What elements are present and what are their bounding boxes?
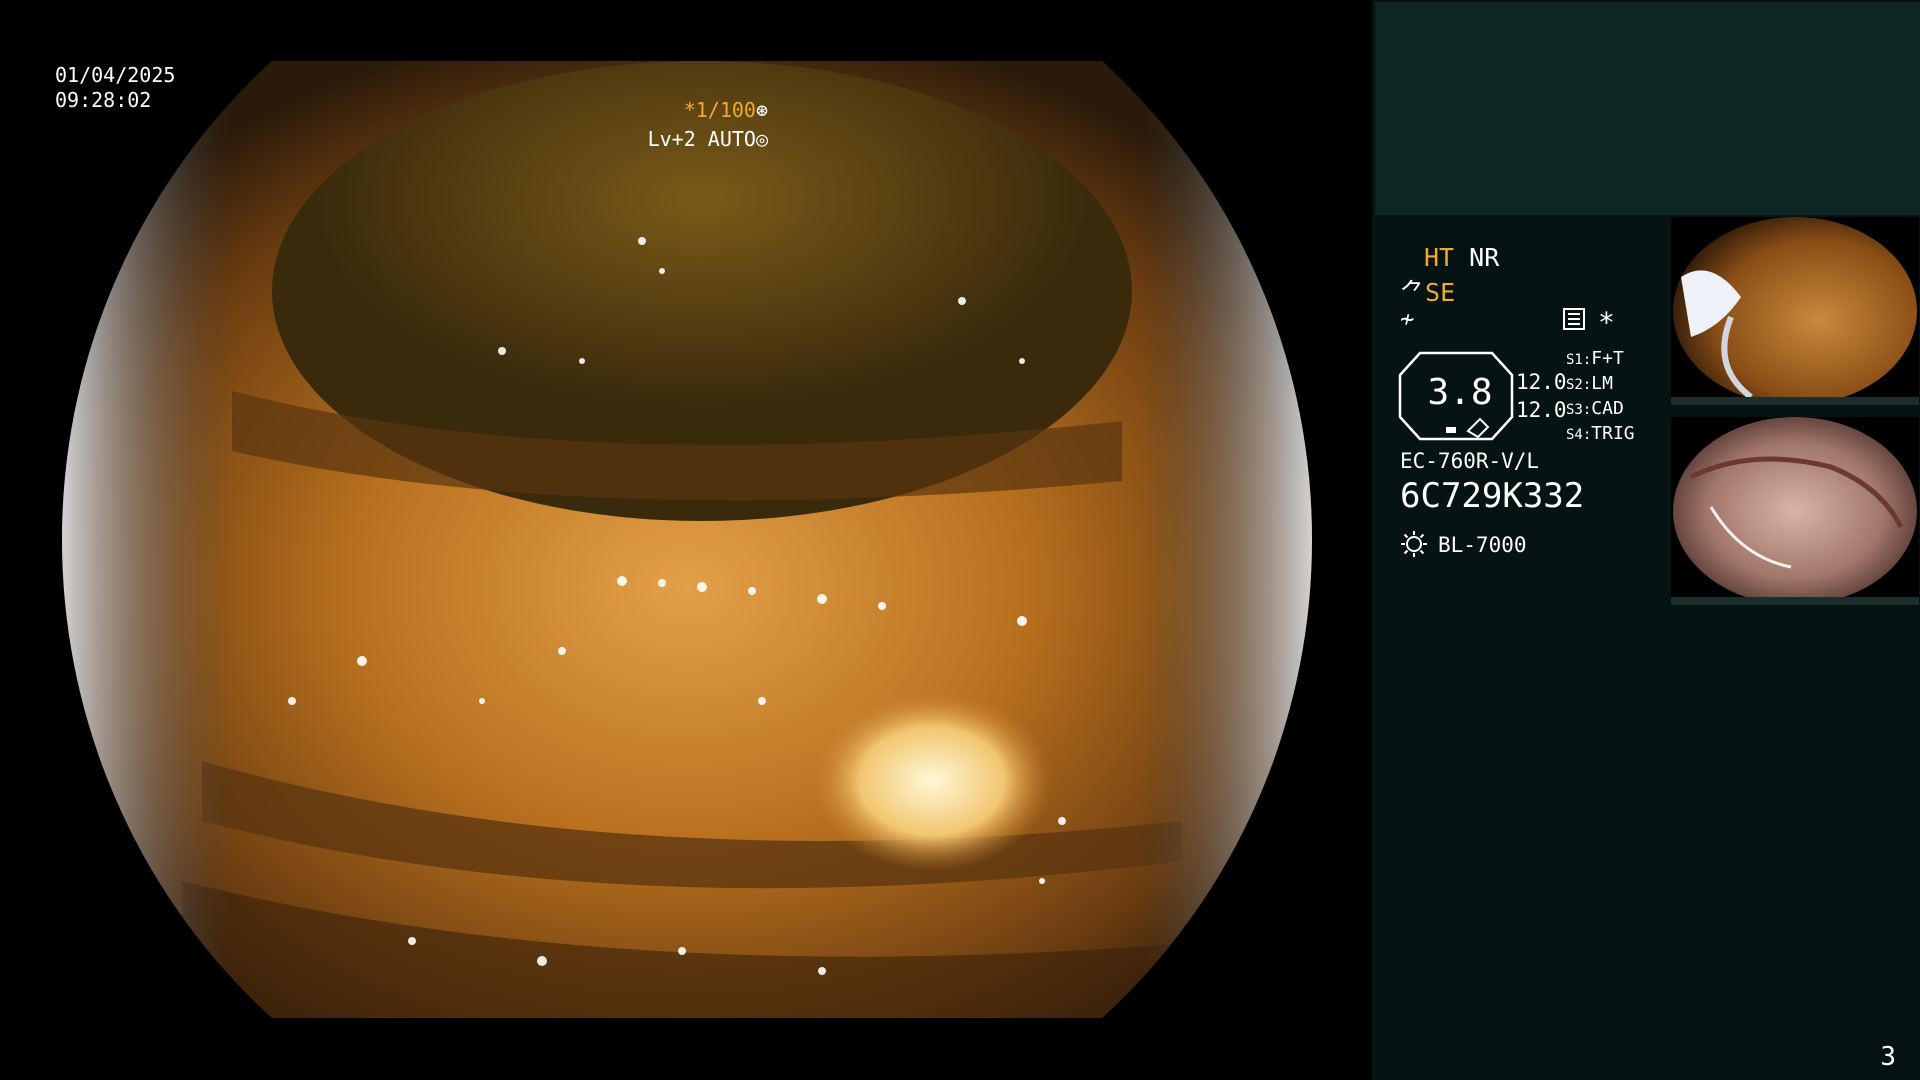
aperture-icon: ⊛ <box>755 98 768 122</box>
status-panel-header <box>1375 2 1920 215</box>
switch-s3: S3:CAD <box>1566 398 1624 419</box>
endoscopic-image <box>62 61 1312 1018</box>
switch-value: LM <box>1591 373 1613 394</box>
thumbnail-image-2 <box>1671 417 1919 605</box>
switch-s2: S2:LM <box>1566 373 1613 394</box>
scope-model: EC-760R-V/L <box>1400 449 1540 473</box>
time-text: 09:28:02 <box>55 88 152 112</box>
nr-label: NR <box>1469 243 1500 272</box>
ht-label: HT <box>1424 243 1455 272</box>
endoscope-viewport: 01/04/2025 09:28:02 *1/100⊛ Lv+2 AUTO◎ <box>0 0 1372 1080</box>
switch-key: S1 <box>1566 352 1583 368</box>
se-label: SE <box>1425 278 1456 307</box>
switch-value: F+T <box>1591 348 1624 369</box>
colon-mucosa-image <box>62 61 1312 1018</box>
value-b: 12.0 <box>1516 398 1567 422</box>
value-a: 12.0 <box>1516 370 1567 394</box>
datetime: 01/04/2025 09:28:02 <box>55 63 175 113</box>
structure-enhancement-icon: ⺈ <box>1400 278 1426 307</box>
switch-key: S3 <box>1566 402 1583 418</box>
shutter-text: *1/100 <box>683 98 756 122</box>
light-source-icon <box>1401 531 1427 557</box>
thumbnail-capture-2[interactable] <box>1671 417 1919 605</box>
switch-key: S2 <box>1566 377 1583 393</box>
thumbnail-capture-1[interactable] <box>1671 217 1919 405</box>
switch-s4: S4:TRIG <box>1566 423 1635 444</box>
color-mode-icon: ≁ <box>1400 305 1415 333</box>
shutter-speed: *1/100⊛ <box>684 98 768 123</box>
switch-key: S4 <box>1566 427 1583 443</box>
thumbnail-image-1 <box>1671 217 1919 405</box>
switch-value: CAD <box>1591 398 1624 419</box>
gauge-value: 3.8 <box>1427 372 1493 413</box>
light-source-model: BL-7000 <box>1438 533 1527 557</box>
page-number: 3 <box>1880 1042 1896 1072</box>
level-text: Lv+2 AUTO <box>647 127 756 151</box>
auto-iris-icon: ◎ <box>755 127 768 151</box>
switch-value: TRIG <box>1591 423 1635 444</box>
star-indicator: * <box>1598 306 1615 339</box>
se-status: ⺈SE <box>1400 273 1455 309</box>
scope-serial: 6C729K332 <box>1400 476 1585 516</box>
brightness-level: Lv+2 AUTO◎ <box>648 127 768 152</box>
menu-icon <box>1563 308 1585 330</box>
ht-nr-status: HT NR <box>1424 243 1499 272</box>
date-text: 01/04/2025 <box>55 63 176 87</box>
switch-s1: S1:F+T <box>1566 348 1624 369</box>
